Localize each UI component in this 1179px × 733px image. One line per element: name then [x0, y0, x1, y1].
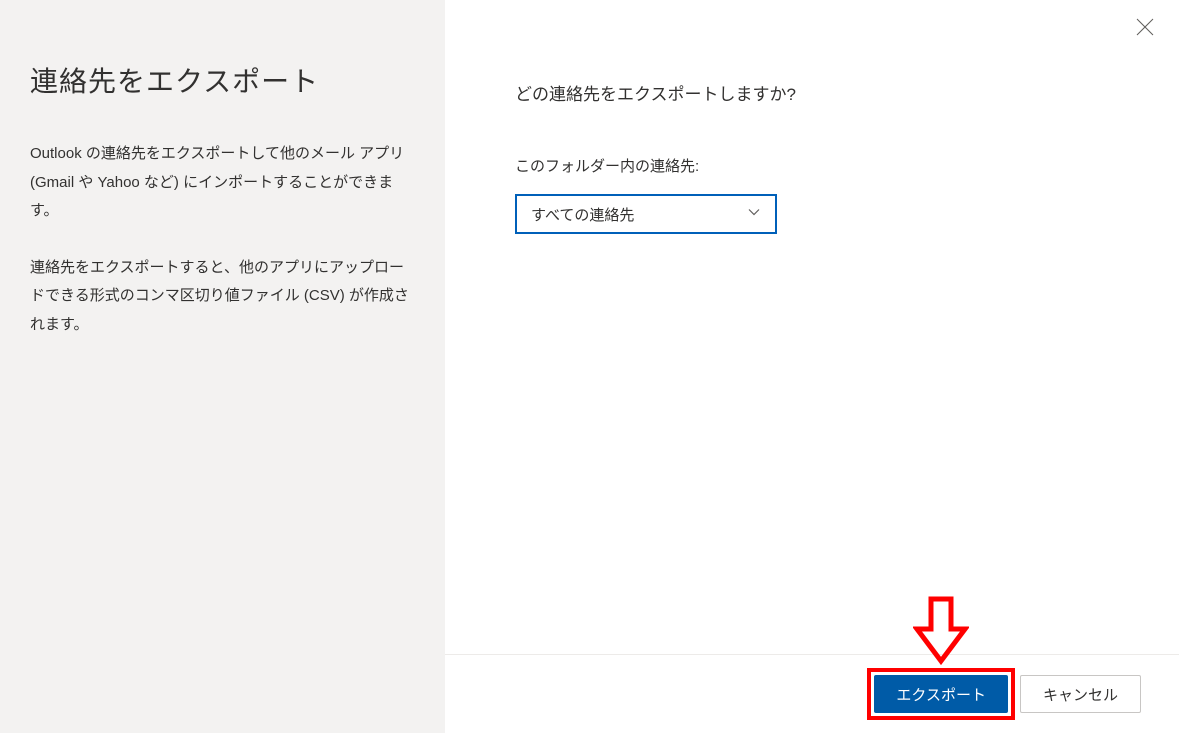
- main-panel: どの連絡先をエクスポートしますか? このフォルダー内の連絡先: すべての連絡先 …: [445, 0, 1179, 733]
- folder-label: このフォルダー内の連絡先:: [515, 155, 1119, 176]
- export-button[interactable]: エクスポート: [874, 675, 1008, 713]
- folder-dropdown[interactable]: すべての連絡先: [515, 194, 777, 234]
- sidebar-description-1: Outlook の連絡先をエクスポートして他のメール アプリ (Gmail や …: [30, 140, 415, 226]
- sidebar-panel: 連絡先をエクスポート Outlook の連絡先をエクスポートして他のメール アプ…: [0, 0, 445, 733]
- dropdown-selected-value: すべての連絡先: [531, 204, 634, 225]
- dialog-footer: エクスポート キャンセル: [445, 654, 1179, 733]
- sidebar-description-2: 連絡先をエクスポートすると、他のアプリにアップロードできる形式のコンマ区切り値フ…: [30, 254, 415, 340]
- close-icon: [1136, 18, 1154, 39]
- cancel-button[interactable]: キャンセル: [1020, 675, 1141, 713]
- chevron-down-icon: [747, 205, 761, 223]
- close-button[interactable]: [1135, 18, 1155, 38]
- main-heading: どの連絡先をエクスポートしますか?: [515, 80, 1119, 105]
- sidebar-title: 連絡先をエクスポート: [30, 60, 415, 100]
